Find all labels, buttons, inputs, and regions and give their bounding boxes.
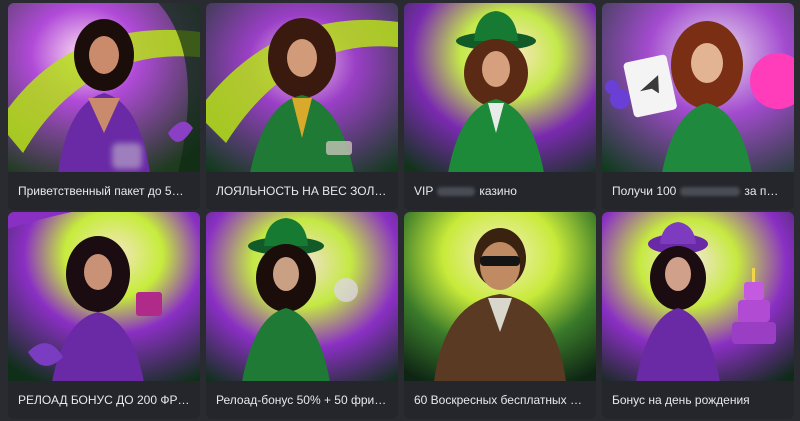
promo-card-vip[interactable]: VIP казино: [404, 3, 596, 210]
promo-card-reload-freespins[interactable]: РЕЛОАД БОНУС ДО 200 ФРИС...: [8, 212, 200, 419]
promo-title: Релоад-бонус 50% + 50 фрисп...: [206, 381, 398, 419]
promo-title: 60 Воскресных бесплатных ст...: [404, 381, 596, 419]
promo-title: ЛОЯЛЬНОСТЬ НА ВЕС ЗОЛОТА: [206, 172, 398, 210]
promo-art-woman-purple: [8, 3, 200, 173]
promo-title: Приветственный пакет до 590...: [8, 172, 200, 210]
promotions-grid: Приветственный пакет до 590... ЛОЯЛЬНОСТ…: [0, 0, 800, 421]
promo-art-woman-green-hat-chip: [206, 212, 398, 382]
redacted-text: [437, 187, 476, 197]
promo-title: Получи 100 за под...: [602, 172, 794, 210]
promo-art-woman-telegram-card: [602, 3, 794, 173]
promo-title: РЕЛОАД БОНУС ДО 200 ФРИС...: [8, 381, 200, 419]
blurred-badge: [112, 143, 142, 169]
promo-art-woman-green-hat: [404, 3, 596, 173]
promo-card-telegram[interactable]: Получи 100 за под...: [602, 3, 794, 210]
promo-art-woman-purple-gift: [8, 212, 200, 382]
promo-art-man-sunglasses: [404, 212, 596, 382]
promo-art-woman-green-gold: [206, 3, 398, 173]
promo-title: VIP казино: [404, 172, 596, 210]
promo-art-woman-cake: [602, 212, 794, 382]
promo-card-reload-50[interactable]: Релоад-бонус 50% + 50 фрисп...: [206, 212, 398, 419]
promo-card-birthday[interactable]: Бонус на день рождения: [602, 212, 794, 419]
promo-title: Бонус на день рождения: [602, 381, 794, 419]
promo-card-welcome-package[interactable]: Приветственный пакет до 590...: [8, 3, 200, 210]
redacted-text: [680, 187, 741, 197]
promo-card-loyalty[interactable]: ЛОЯЛЬНОСТЬ НА ВЕС ЗОЛОТА: [206, 3, 398, 210]
promo-card-sunday-spins[interactable]: 60 Воскресных бесплатных ст...: [404, 212, 596, 419]
